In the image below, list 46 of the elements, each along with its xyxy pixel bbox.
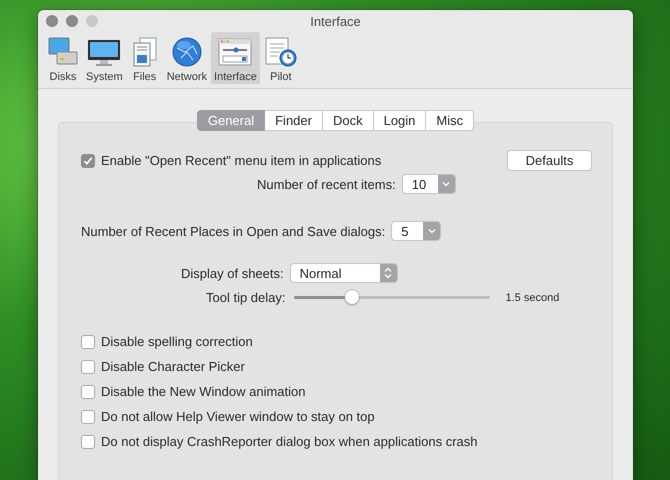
field-label: Display of sheets:	[181, 266, 284, 280]
tab[interactable]: Dock	[322, 110, 374, 131]
checkbox[interactable]	[81, 334, 95, 348]
globe-icon	[170, 36, 203, 68]
slider-thumb[interactable]	[345, 290, 360, 304]
up-down-chevron-icon	[384, 267, 392, 279]
document-clock-icon	[264, 36, 298, 68]
checkbox[interactable]	[81, 410, 95, 424]
slider-value: 1.5 second	[506, 292, 560, 304]
toolbar-item[interactable]: Disks	[44, 32, 82, 84]
close-button[interactable]	[46, 15, 58, 27]
popup-value: 10	[410, 176, 428, 193]
window-title: Interface	[310, 14, 361, 29]
toolbar-item[interactable]: Network	[164, 32, 210, 84]
field-label: Number of recent items:	[257, 176, 396, 192]
field-label: Number of Recent Places in Open and Save dialogs:	[81, 224, 386, 238]
field-label: Tool tip delay:	[206, 290, 286, 305]
minimize-button[interactable]	[66, 15, 78, 27]
checkbox-label: Enable "Open Recent" menu item in applications	[101, 153, 382, 168]
sheets-popup[interactable]: Normal	[290, 263, 398, 283]
tab[interactable]: Finder	[265, 110, 323, 131]
checkbox-label: Do not display CrashReporter dialog box when applications crash	[101, 434, 478, 449]
toolbar-item[interactable]: Files	[126, 32, 163, 84]
window-slider-icon	[218, 36, 252, 68]
checkbox[interactable]	[81, 154, 95, 168]
number-popup[interactable]: 10	[402, 174, 456, 194]
checkbox-label: Disable spelling correction	[101, 334, 253, 349]
tab[interactable]: Login	[374, 110, 426, 131]
zoom-button[interactable]	[86, 15, 98, 27]
popup-value: Normal	[298, 265, 343, 282]
checkbox[interactable]	[81, 384, 95, 398]
defaults-button[interactable]: Defaults	[507, 150, 592, 171]
toolbar-item[interactable]: Pilot	[260, 32, 301, 84]
chevron-down-icon	[442, 181, 450, 187]
tab[interactable]: Misc	[426, 110, 474, 131]
checkbox-label: Do not allow Help Viewer window to stay on top	[101, 409, 375, 424]
number-popup[interactable]: 5	[391, 221, 442, 241]
popup-value: 5	[400, 223, 410, 240]
toolbar-item[interactable]: System	[83, 32, 126, 84]
slider[interactable]	[294, 290, 490, 305]
checkbox[interactable]	[81, 360, 95, 374]
chevron-down-icon	[428, 228, 436, 234]
checkbox-label: Disable Character Picker	[101, 359, 245, 374]
checkbox[interactable]	[81, 434, 95, 448]
toolbar-item[interactable]: Interface	[211, 32, 260, 84]
checkbox-label: Disable the New Window animation	[101, 384, 306, 399]
